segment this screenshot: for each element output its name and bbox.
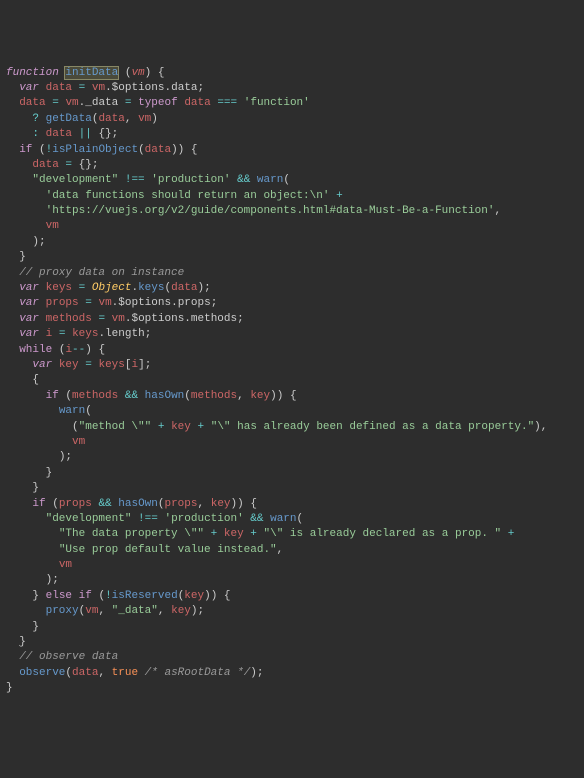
call-observe: observe <box>19 667 65 679</box>
param-vm: vm <box>131 67 144 79</box>
keyword-function: function <box>6 67 59 79</box>
call-getData: getData <box>46 113 92 125</box>
call-warn: warn <box>270 513 296 525</box>
call-proxy: proxy <box>46 605 79 617</box>
call-hasOwn: hasOwn <box>118 498 158 510</box>
comment-proxy: // proxy data on instance <box>19 267 184 279</box>
comment-observe: // observe data <box>19 651 118 663</box>
call-warn: warn <box>59 405 85 417</box>
function-name-initData: initData <box>65 67 118 79</box>
call-isReserved: isReserved <box>112 590 178 602</box>
var-data: data <box>46 82 72 94</box>
code-block: function initData (vm) { var data = vm.$… <box>6 66 578 697</box>
call-warn: warn <box>257 174 283 186</box>
call-isPlainObject: isPlainObject <box>52 144 138 156</box>
call-hasOwn: hasOwn <box>145 390 185 402</box>
keyword-var: var <box>19 82 39 94</box>
